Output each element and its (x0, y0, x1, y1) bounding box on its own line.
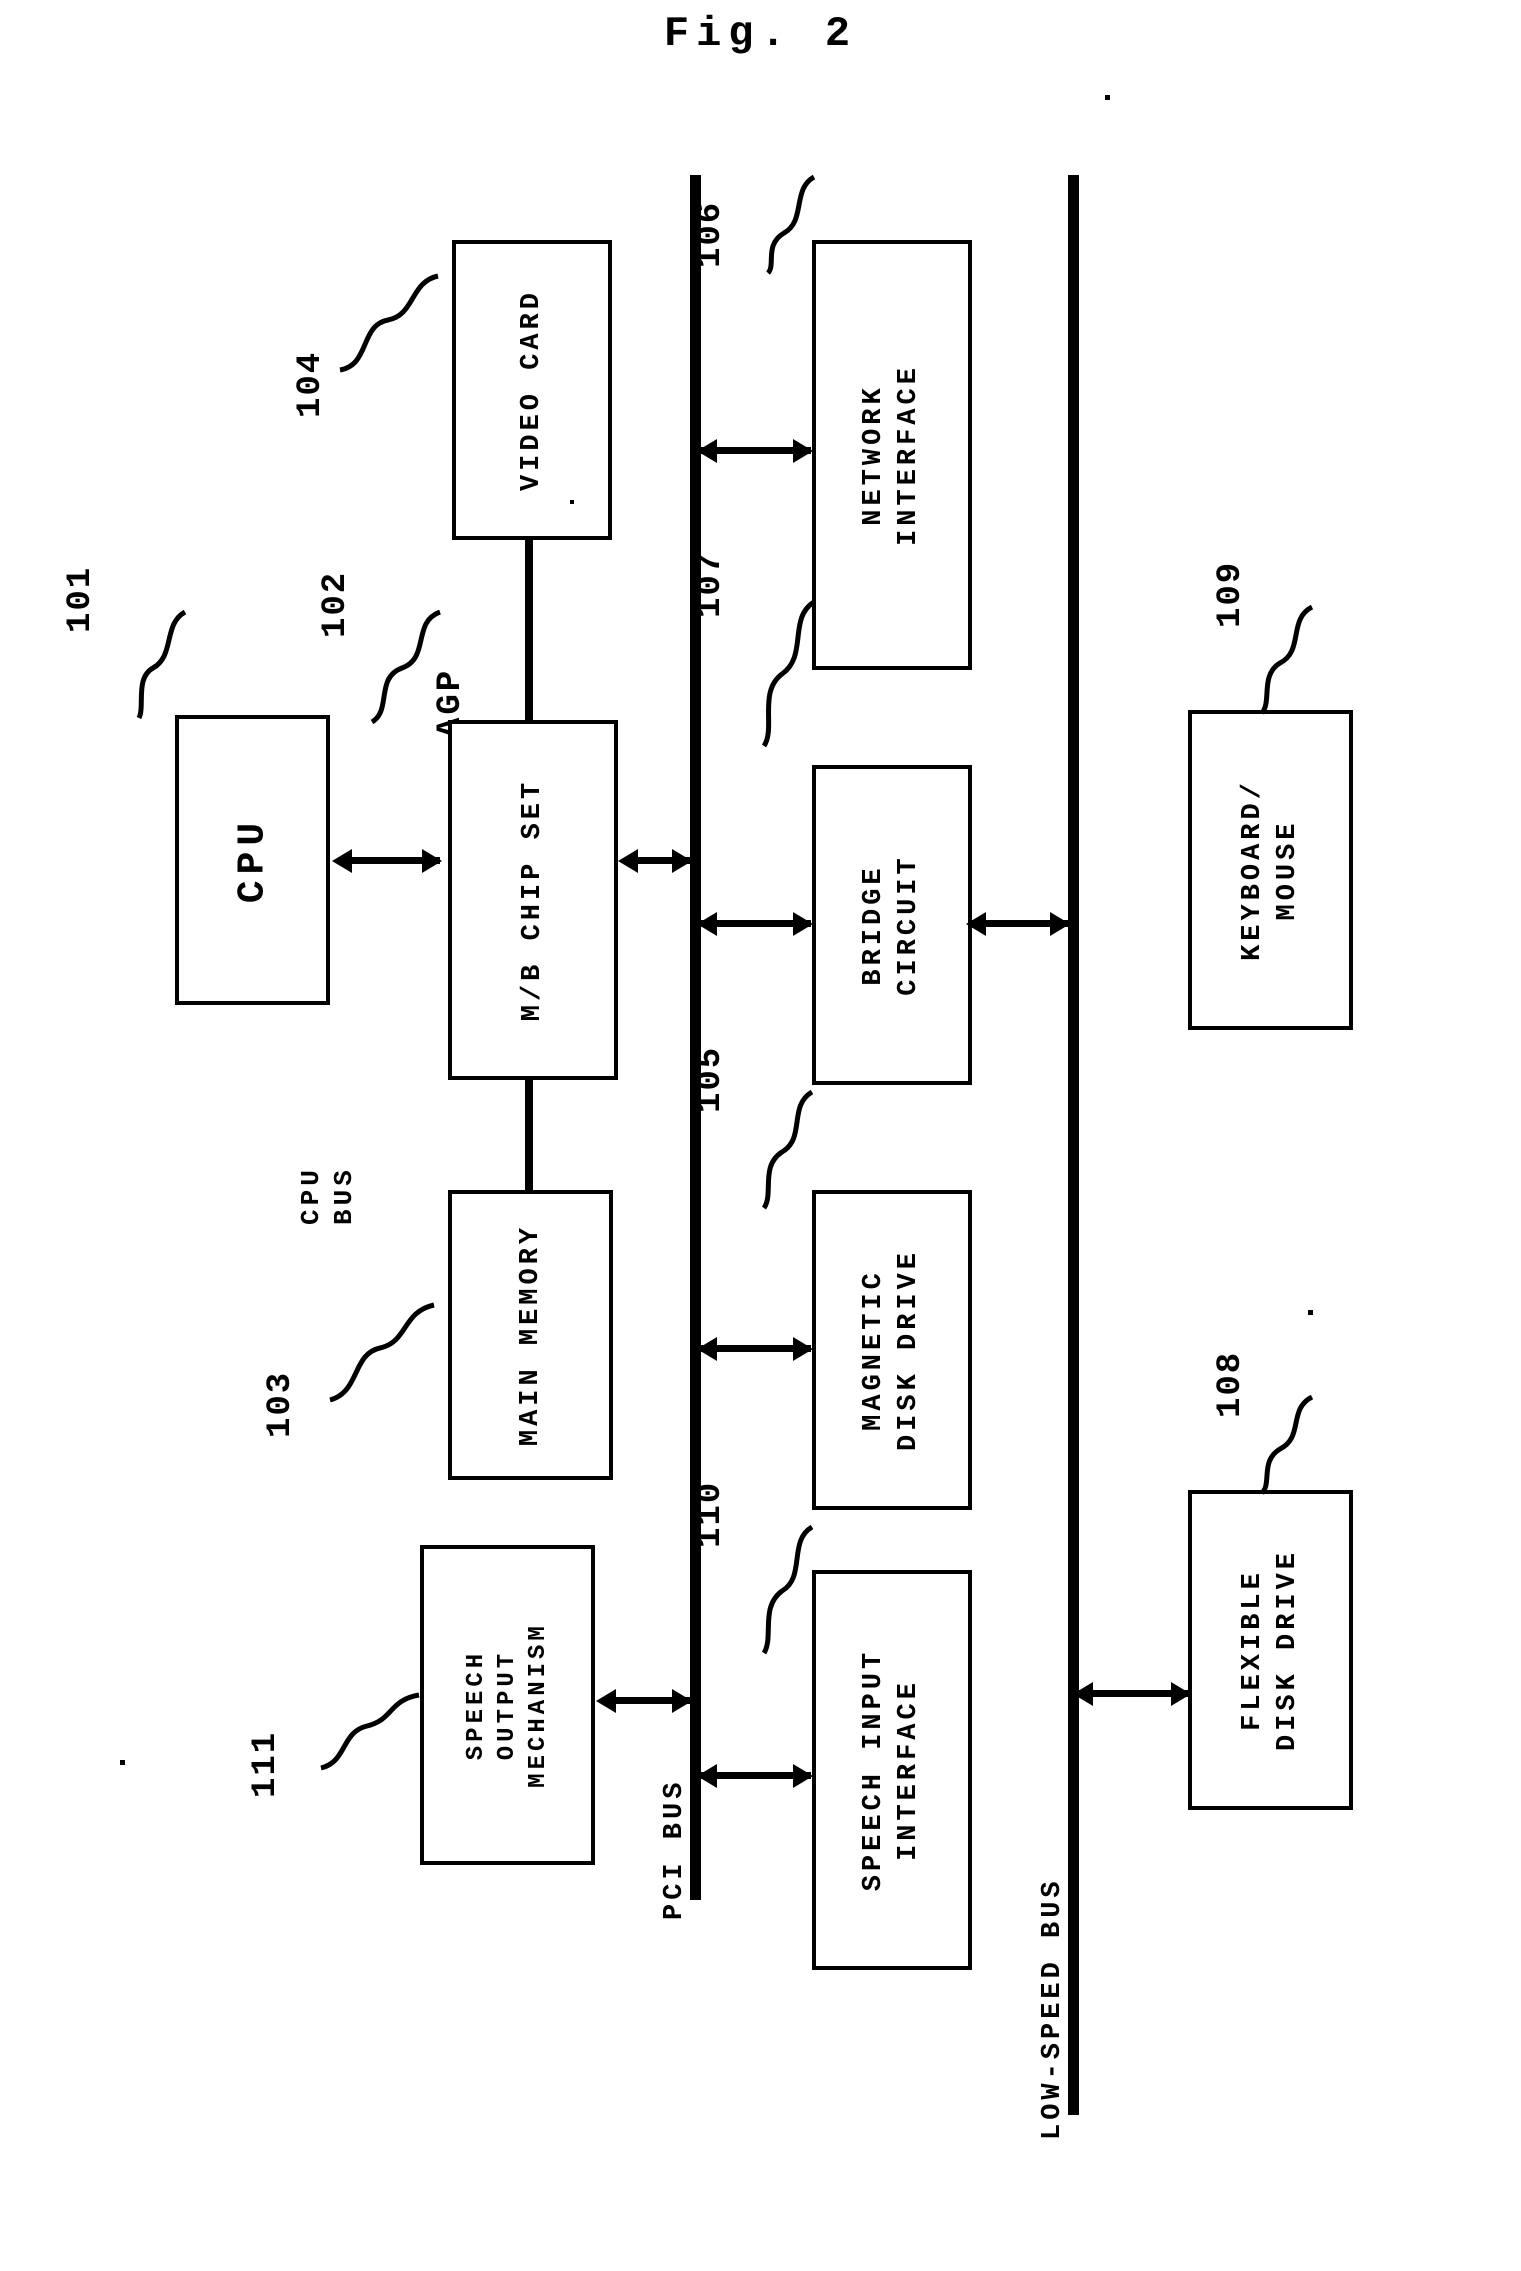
block-speech-input-interface-label: SPEECH INPUT INTERFACE (857, 1649, 927, 1891)
ref-numeral-108: 108 (1212, 1350, 1250, 1418)
block-mb-chip-set: M/B CHIP SET (448, 720, 618, 1080)
block-keyboard-mouse-label: KEYBOARD/ MOUSE (1235, 779, 1305, 961)
leader-102 (370, 610, 442, 725)
block-video-card: VIDEO CARD (452, 240, 612, 540)
flexible-arrow-left (1073, 1682, 1093, 1706)
flexible-arrow-right (1171, 1682, 1191, 1706)
ref-numeral-101: 101 (62, 565, 100, 633)
pci-bus-line (690, 175, 701, 1900)
magnetic-arrow-left (697, 1337, 717, 1361)
speech-input-arrow-right (793, 1764, 813, 1788)
cpu-chipset-arrow-right (422, 849, 442, 873)
keyboard-mouse-line1: KEYBOARD/ (1237, 779, 1268, 961)
low-speed-bus-label: LOW-SPEED BUS (1038, 1877, 1068, 2140)
pci-bus-label: PCI BUS (660, 1778, 690, 1920)
speech-input-arrow-left (697, 1764, 717, 1788)
ref-numeral-103: 103 (262, 1370, 300, 1438)
ref-numeral-102: 102 (317, 570, 355, 638)
cpu-bus-line (525, 1080, 533, 1190)
block-speech-output-mechanism: SPEECH OUTPUT MECHANISM (420, 1545, 595, 1865)
speech-output-line3: MECHANISM (525, 1622, 553, 1788)
patent-figure-page: Fig. 2 PCI BUS LOW-SPEED BUS VIDEO CARD … (0, 0, 1521, 2271)
bridge-lowspeed-arrow-right (1050, 912, 1070, 936)
agp-link-line (525, 540, 533, 720)
magnetic-disk-line2: DISK DRIVE (894, 1248, 924, 1452)
scan-artifact-dot-3 (120, 1760, 125, 1765)
speech-output-arrow-left (596, 1689, 616, 1713)
block-speech-output-mechanism-label: SPEECH OUTPUT MECHANISM (461, 1622, 555, 1788)
leader-110 (761, 1525, 814, 1655)
speech-input-line1: SPEECH INPUT (858, 1648, 889, 1892)
block-main-memory: MAIN MEMORY (448, 1190, 613, 1480)
cpu-bus-label: CPU BUS (295, 1166, 360, 1225)
bridge-pcibus-arrow-right (793, 912, 813, 936)
ref-numeral-109: 109 (1212, 560, 1250, 628)
bridge-circuit-line1: BRIDGE (858, 864, 889, 986)
leader-103 (329, 1302, 435, 1403)
block-keyboard-mouse: KEYBOARD/ MOUSE (1188, 710, 1353, 1030)
leader-107 (761, 600, 816, 748)
figure-title: Fig. 2 (663, 10, 858, 58)
cpu-bus-label-line1: CPU (296, 1166, 326, 1225)
leader-108 (1259, 1395, 1314, 1495)
magnetic-disk-line1: MAGNETIC (858, 1269, 889, 1431)
ref-numeral-106: 106 (692, 200, 730, 268)
ref-numeral-104: 104 (292, 350, 330, 418)
block-magnetic-disk-drive: MAGNETIC DISK DRIVE (812, 1190, 972, 1510)
speech-output-line1: SPEECH (462, 1649, 490, 1761)
magnetic-arrow-right (793, 1337, 813, 1361)
block-cpu: CPU (175, 715, 330, 1005)
leader-111 (320, 1692, 420, 1771)
block-bridge-circuit: BRIDGE CIRCUIT (812, 765, 972, 1085)
leader-105 (761, 1090, 814, 1210)
flexible-disk-line1: FLEXIBLE (1237, 1569, 1268, 1731)
network-arrow-left (697, 439, 717, 463)
network-interface-line1: NETWORK (858, 384, 889, 526)
ref-numeral-107: 107 (692, 550, 730, 618)
leader-104 (339, 273, 439, 373)
block-video-card-label: VIDEO CARD (516, 288, 547, 492)
network-interface-line2: INTERFACE (894, 364, 924, 546)
leader-101 (136, 610, 187, 720)
block-bridge-circuit-label: BRIDGE CIRCUIT (857, 854, 927, 995)
scan-artifact-dot-1 (1105, 95, 1110, 100)
low-speed-bus-line (1068, 175, 1079, 2115)
speech-output-arrow-right (672, 1689, 692, 1713)
ref-numeral-110: 110 (692, 1480, 730, 1548)
ref-numeral-105: 105 (692, 1045, 730, 1113)
block-network-interface: NETWORK INTERFACE (812, 240, 972, 670)
chipset-pcibus-arrow-left (618, 849, 638, 873)
block-flexible-disk-drive-label: FLEXIBLE DISK DRIVE (1235, 1549, 1305, 1751)
speech-output-line2: OUTPUT (493, 1649, 521, 1761)
leader-106 (765, 175, 816, 275)
block-speech-input-interface: SPEECH INPUT INTERFACE (812, 1570, 972, 1970)
block-cpu-label: CPU (230, 816, 274, 904)
scan-artifact-dot-4 (570, 500, 574, 504)
speech-input-line2: INTERFACE (894, 1679, 924, 1861)
bridge-pcibus-arrow-left (697, 912, 717, 936)
ref-numeral-111: 111 (247, 1730, 285, 1798)
chipset-pcibus-arrow-right (672, 849, 692, 873)
bridge-circuit-line2: CIRCUIT (894, 854, 924, 996)
block-flexible-disk-drive: FLEXIBLE DISK DRIVE (1188, 1490, 1353, 1810)
bridge-lowspeed-arrow-left (966, 912, 986, 936)
block-mb-chip-set-label: M/B CHIP SET (517, 778, 548, 1022)
leader-109 (1259, 605, 1314, 715)
block-network-interface-label: NETWORK INTERFACE (857, 364, 927, 546)
network-arrow-right (793, 439, 813, 463)
cpu-chipset-arrow-left (332, 849, 352, 873)
cpu-bus-label-line2: BUS (328, 1166, 359, 1225)
scan-artifact-dot-2 (1308, 1310, 1313, 1315)
keyboard-mouse-line2: MOUSE (1272, 819, 1303, 921)
flexible-disk-line2: DISK DRIVE (1272, 1548, 1303, 1752)
block-magnetic-disk-drive-label: MAGNETIC DISK DRIVE (857, 1249, 927, 1451)
block-main-memory-label: MAIN MEMORY (515, 1223, 546, 1447)
